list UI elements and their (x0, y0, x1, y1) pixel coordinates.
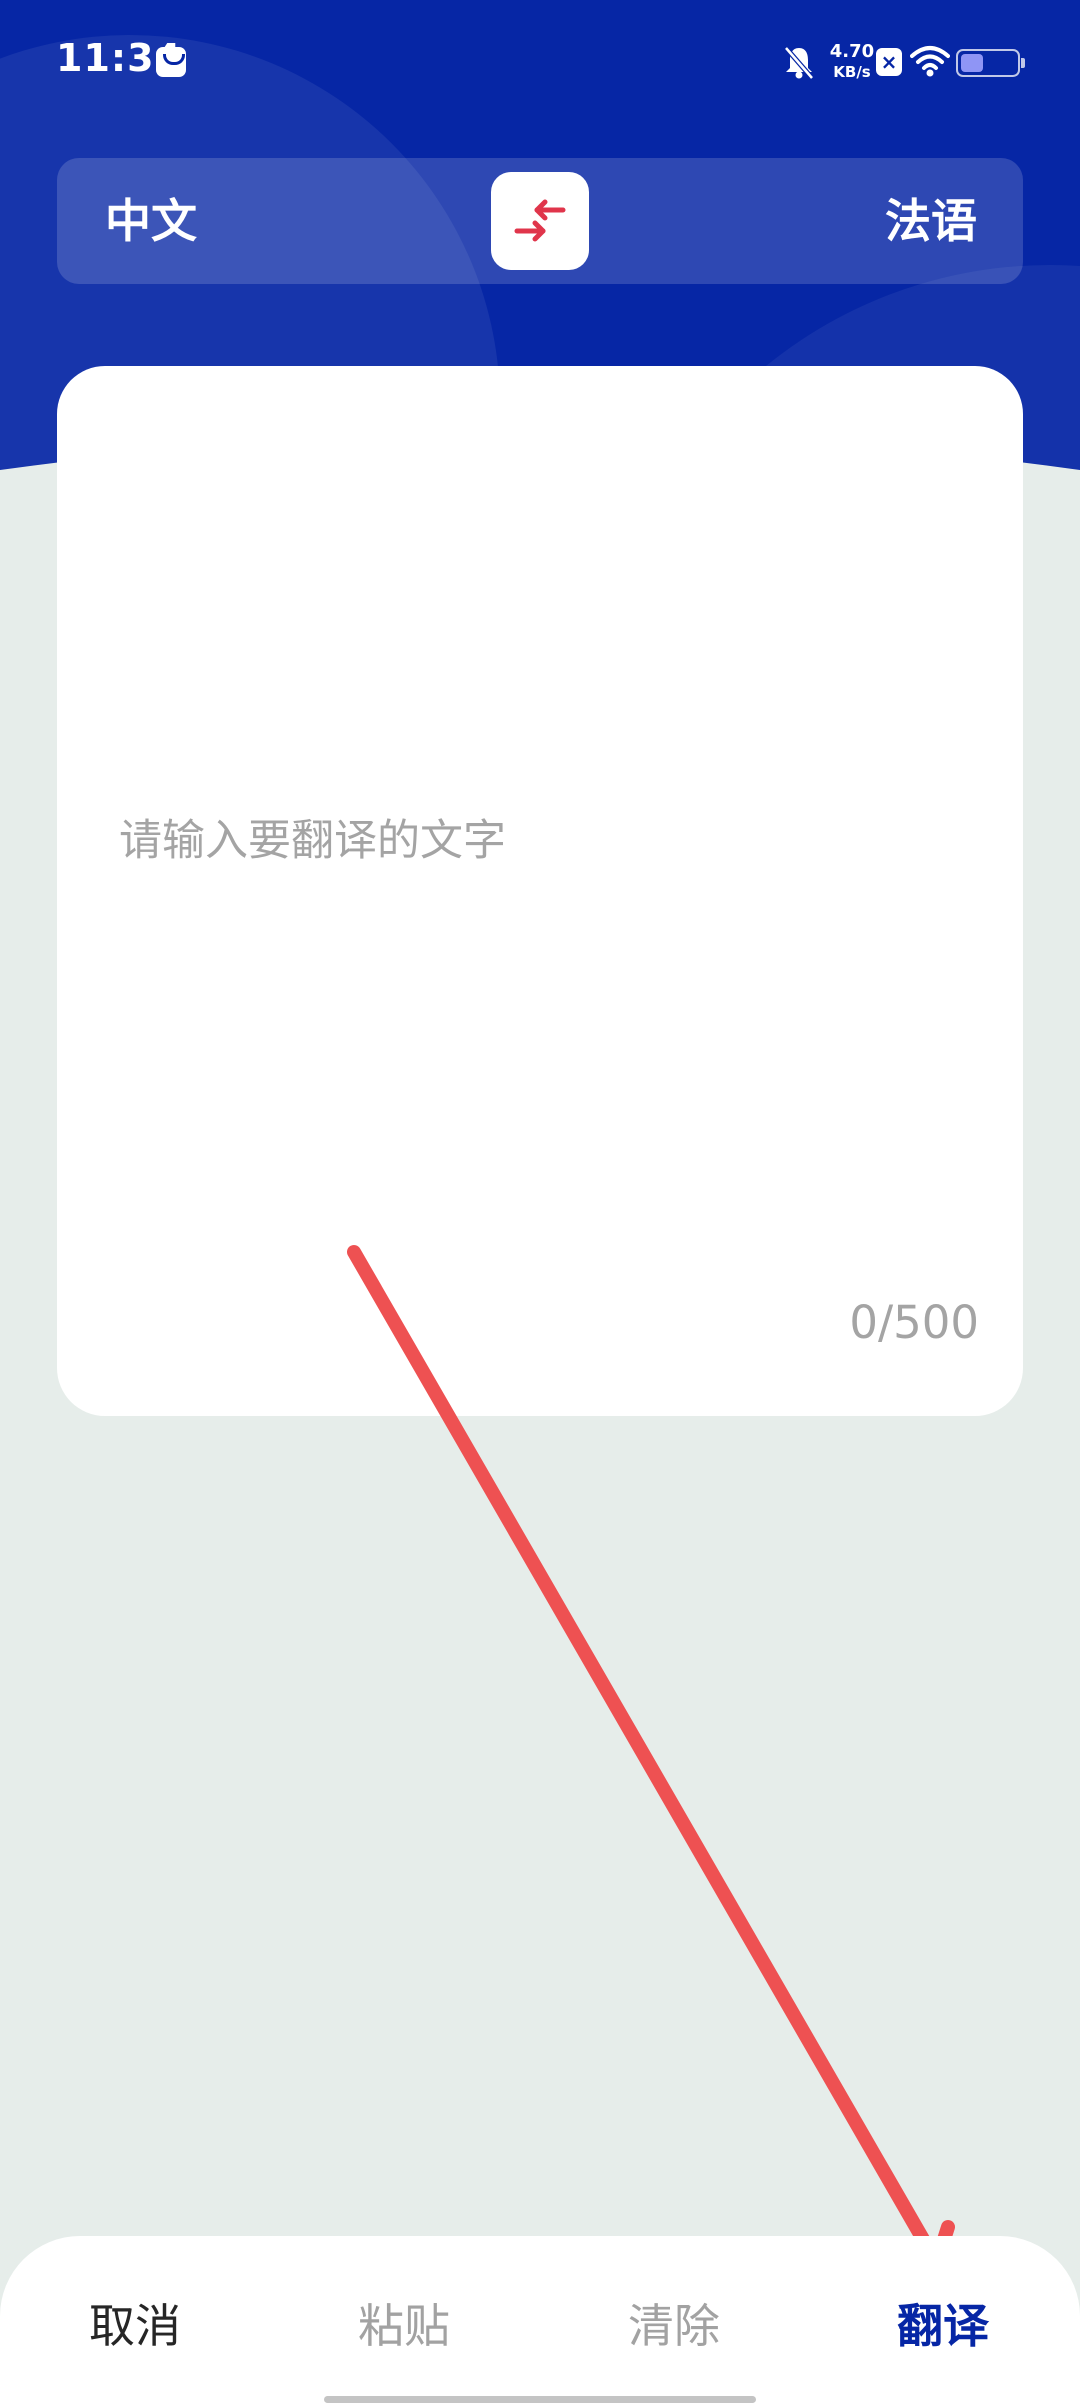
text-input[interactable] (119, 806, 959, 966)
input-card: 0/500 (57, 366, 1023, 1416)
network-speed: 4.70 KB/s (822, 42, 882, 82)
swap-languages-button[interactable] (491, 172, 589, 270)
network-speed-value: 4.70 (829, 41, 875, 62)
character-counter: 0/500 (849, 1296, 979, 1349)
paste-button[interactable]: 粘贴 (304, 2296, 504, 2356)
message-icon (156, 47, 186, 77)
target-language-selector[interactable]: 法语 (885, 158, 977, 284)
bell-muted-icon (784, 46, 814, 80)
battery-level-fill (961, 54, 983, 72)
home-indicator[interactable] (324, 2396, 756, 2403)
cancel-button[interactable]: 取消 (35, 2296, 235, 2356)
network-speed-unit: KB/s (833, 63, 871, 81)
clear-button[interactable]: 清除 (574, 2296, 774, 2356)
status-bar: 11:34 4.70 KB/s × (0, 0, 1080, 120)
battery-tip (1021, 58, 1025, 68)
source-language-selector[interactable]: 中文 (105, 158, 197, 284)
bottom-action-bar: 取消 粘贴 清除 翻译 (0, 2236, 1080, 2408)
swap-arrows-icon (514, 199, 566, 242)
wifi-icon (910, 46, 950, 77)
language-selector-bar: 中文 法语 (57, 158, 1023, 284)
battery-icon (956, 49, 1025, 77)
translate-button[interactable]: 翻译 (843, 2296, 1043, 2356)
close-box-icon: × (876, 48, 902, 76)
